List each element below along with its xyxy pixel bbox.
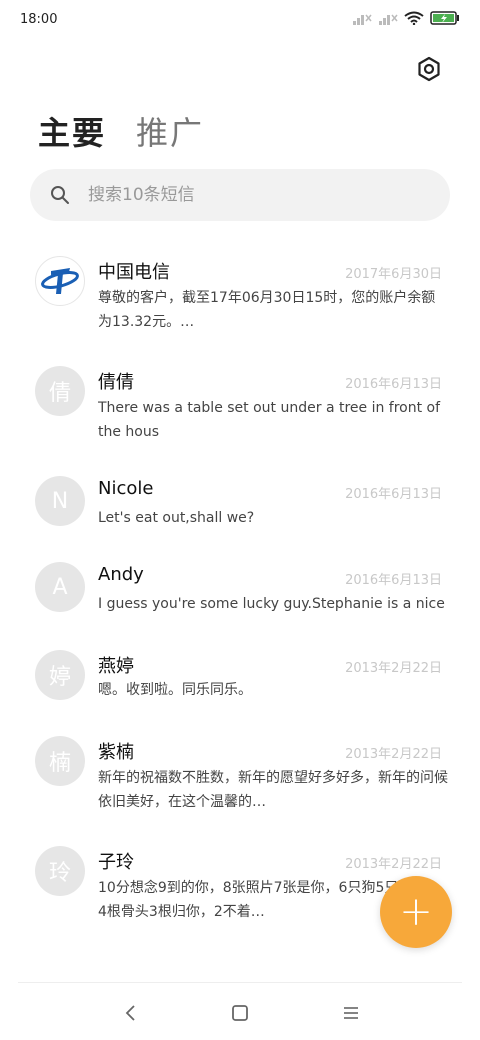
- back-button[interactable]: [118, 1000, 144, 1026]
- signal-icon: [353, 14, 372, 25]
- avatar: 楠: [35, 736, 85, 786]
- wifi-icon: [404, 11, 424, 25]
- plus-icon: +: [399, 889, 433, 935]
- settings-button[interactable]: [414, 54, 444, 84]
- avatar: N: [35, 476, 85, 526]
- avatar: 倩: [35, 366, 85, 416]
- message-date: 2013年2月22日: [345, 857, 442, 872]
- message-date: 2016年6月13日: [345, 573, 442, 588]
- message-item-zinan[interactable]: 楠 紫楠 2013年2月22日 新年的祝福数不胜数，新年的愿望好多好多，新年的问…: [0, 736, 480, 836]
- menu-icon: [344, 1007, 358, 1019]
- battery-icon: [430, 11, 459, 25]
- back-icon: [125, 1005, 135, 1021]
- settings-icon: [418, 56, 440, 82]
- message-preview: 尊敬的客户，截至17年06月30日15时，您的账户余额为13.32元。…: [98, 290, 436, 330]
- search-bar[interactable]: [30, 169, 450, 221]
- message-date: 2016年6月13日: [345, 377, 442, 392]
- message-date: 2013年2月22日: [345, 747, 442, 762]
- tab-promotions[interactable]: 推广: [136, 108, 204, 154]
- contact-name: Nicole: [98, 478, 154, 499]
- status-bar: 18:00: [0, 0, 480, 40]
- message-item-qianqian[interactable]: 倩 倩倩 2016年6月13日 There was a table set ou…: [0, 364, 480, 464]
- message-item-nicole[interactable]: N Nicole 2016年6月13日 Let's eat out,shall …: [0, 476, 480, 546]
- contact-name: 子玲: [98, 852, 134, 873]
- status-icons: [352, 11, 460, 25]
- message-preview: There was a table set out under a tree i…: [98, 400, 441, 440]
- avatar: A: [35, 562, 85, 612]
- contact-name: 中国电信: [98, 262, 170, 283]
- navigation-bar: [18, 982, 462, 1040]
- home-icon: [232, 1005, 248, 1021]
- signal-icon-2: [379, 14, 398, 25]
- tab-bar: 主要 推广: [38, 108, 204, 154]
- search-input[interactable]: [88, 185, 388, 205]
- search-icon: [51, 186, 69, 204]
- new-message-button[interactable]: +: [380, 876, 452, 948]
- contact-name: 燕婷: [98, 656, 134, 677]
- avatar: 玲: [35, 846, 85, 896]
- contact-name: 倩倩: [98, 372, 134, 393]
- status-time: 18:00: [20, 12, 58, 27]
- menu-button[interactable]: [338, 1000, 364, 1026]
- message-date: 2016年6月13日: [345, 487, 442, 502]
- contact-name: 紫楠: [98, 742, 134, 763]
- home-button[interactable]: [227, 1000, 253, 1026]
- avatar: [35, 256, 85, 306]
- message-preview: 新年的祝福数不胜数，新年的愿望好多好多，新年的问候依旧美好，在这个温馨的…: [98, 770, 448, 810]
- message-item-china-telecom[interactable]: 中国电信 2017年6月30日 尊敬的客户，截至17年06月30日15时，您的账…: [0, 254, 480, 354]
- message-preview: 嗯。收到啦。同乐同乐。: [98, 682, 252, 698]
- message-date: 2013年2月22日: [345, 661, 442, 676]
- tab-primary[interactable]: 主要: [38, 108, 106, 154]
- china-telecom-logo-icon: [41, 268, 79, 294]
- message-preview: I guess you're some lucky guy.Stephanie …: [98, 596, 445, 612]
- avatar: 婷: [35, 650, 85, 700]
- message-date: 2017年6月30日: [345, 267, 442, 282]
- message-item-andy[interactable]: A Andy 2016年6月13日 I guess you're some lu…: [0, 562, 480, 632]
- contact-name: Andy: [98, 564, 144, 585]
- message-preview: Let's eat out,shall we?: [98, 510, 255, 526]
- message-item-yanting[interactable]: 婷 燕婷 2013年2月22日 嗯。收到啦。同乐同乐。: [0, 648, 480, 718]
